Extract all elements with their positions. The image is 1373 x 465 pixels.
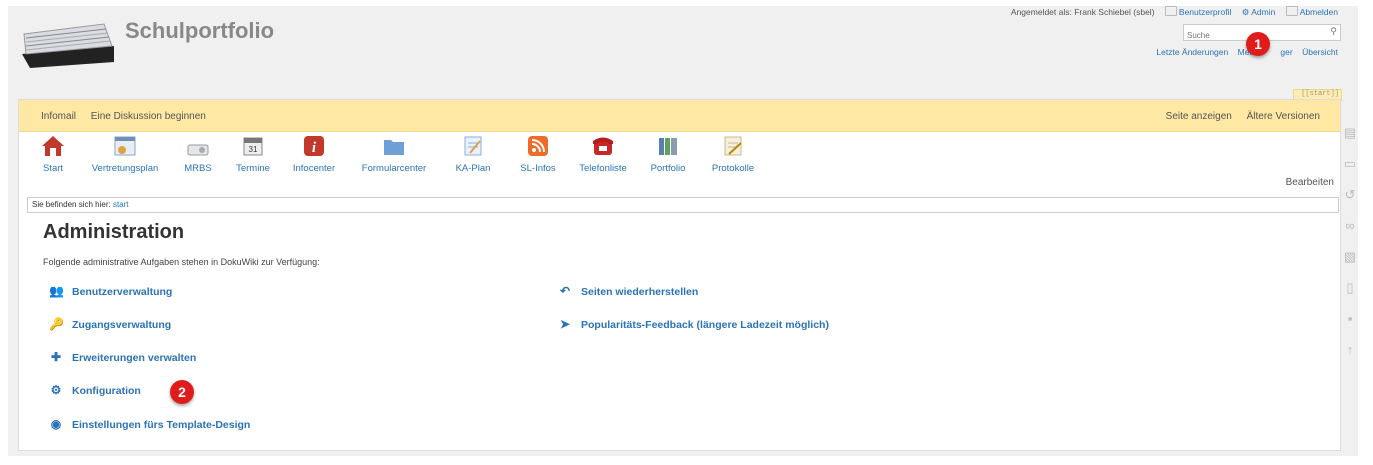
rss-icon xyxy=(528,136,548,156)
logged-in-text: Angemeldet als: Frank Schiebel (sbel) xyxy=(1010,7,1155,17)
key-icon: 🔑 xyxy=(49,317,64,331)
date-icon: 31 xyxy=(243,137,263,156)
page-tools-bar: Infomail Eine Diskussion beginnen Seite … xyxy=(19,100,1340,132)
quicklink-protokolle[interactable]: Protokolle xyxy=(708,135,758,174)
edit-icon xyxy=(724,136,742,156)
svg-text:31: 31 xyxy=(249,145,258,154)
page-tools-rail: ▤ ▭ ↺ ∞ ▧ ▯ ▪ ↑ xyxy=(1343,126,1361,374)
logout-icon xyxy=(1285,6,1298,16)
main-content: Infomail Eine Diskussion beginnen Seite … xyxy=(18,99,1341,451)
quicklink-infocenter[interactable]: i Infocenter xyxy=(289,135,339,174)
quicklink-mrbs[interactable]: MRBS xyxy=(181,135,215,174)
infomail-link[interactable]: Infomail xyxy=(41,111,76,122)
site-tools: Letzte Änderungen Medi ger Übersicht xyxy=(1149,47,1338,57)
edit-link[interactable]: Bearbeiten xyxy=(1286,177,1334,188)
revisions-icon[interactable]: ↺ xyxy=(1343,188,1357,202)
folder-icon xyxy=(384,140,404,155)
device-icon xyxy=(187,144,209,156)
profile-link[interactable]: Benutzerprofil xyxy=(1164,6,1231,17)
admin-template-settings-link[interactable]: ◉ Einstellungen fürs Template-Design xyxy=(49,417,251,431)
page-title: Administration xyxy=(43,221,185,243)
annotation-badge-1: 1 xyxy=(1246,32,1270,56)
admin-popularity-link[interactable]: ➤ Popularitäts-Feedback (längere Ladezeit… xyxy=(558,317,829,331)
back-to-top-icon[interactable]: ↑ xyxy=(1343,343,1357,357)
new-page-icon[interactable]: ▯ xyxy=(1343,281,1357,295)
home-icon xyxy=(42,136,64,156)
phone-icon xyxy=(593,137,613,155)
save-icon[interactable]: ▪ xyxy=(1343,312,1357,326)
quicklink-formularcenter[interactable]: Formularcenter xyxy=(358,135,430,174)
palette-icon: ◉ xyxy=(50,417,62,431)
breadcrumb: Sie befinden sich hier: start xyxy=(27,197,1339,213)
quicklink-ka-plan[interactable]: KA-Plan xyxy=(451,135,495,174)
notepad-icon xyxy=(464,136,482,156)
quicklink-telefonliste[interactable]: Telefonliste xyxy=(575,135,631,174)
intro-text: Folgende administrative Aufgaben stehen … xyxy=(43,257,320,267)
search-icon[interactable]: ⚲ xyxy=(1330,26,1337,37)
quicklink-termine[interactable]: 31 Termine xyxy=(233,135,273,174)
annotation-badge-2: 2 xyxy=(170,380,194,404)
admin-revert-link[interactable]: ↶ Seiten wiederherstellen xyxy=(558,284,698,298)
breadcrumb-start-link[interactable]: start xyxy=(113,200,129,209)
gear-icon: ⚙ xyxy=(1241,7,1252,17)
info-icon: i xyxy=(304,136,324,156)
quicklink-vertretungsplan[interactable]: Vertretungsplan xyxy=(88,135,162,174)
admin-config-link[interactable]: ⚙ Konfiguration xyxy=(49,383,141,397)
site-title[interactable]: Schulportfolio xyxy=(125,18,274,44)
quicklink-start[interactable]: Start xyxy=(38,135,68,174)
calendar-icon xyxy=(114,136,136,156)
old-revisions-link[interactable]: Ältere Versionen xyxy=(1247,111,1320,122)
show-page-icon[interactable]: ▤ xyxy=(1343,126,1357,140)
admin-user-manager-link[interactable]: 👥 Benutzerverwaltung xyxy=(49,284,172,298)
revert-icon: ↶ xyxy=(559,284,571,298)
gear-icon: ⚙ xyxy=(50,383,62,397)
pdf-export-icon[interactable]: ▧ xyxy=(1343,250,1357,264)
user-tools: Angemeldet als: Frank Schiebel (sbel) Be… xyxy=(1011,6,1338,18)
discussion-icon[interactable]: ▭ xyxy=(1343,157,1357,171)
show-page-link[interactable]: Seite anzeigen xyxy=(1166,111,1232,122)
admin-acl-link[interactable]: 🔑 Zugangsverwaltung xyxy=(49,317,171,331)
binders-icon xyxy=(659,138,677,155)
send-icon: ➤ xyxy=(559,317,571,331)
admin-extensions-link[interactable]: ✚ Erweiterungen verwalten xyxy=(49,350,196,364)
profile-icon xyxy=(1164,6,1177,16)
quick-links-bar: Start Vertretungsplan MRBS 31 Termine i … xyxy=(19,135,1340,183)
media-manager-link-rest[interactable]: ger xyxy=(1280,47,1292,57)
start-discussion-link[interactable]: Eine Diskussion beginnen xyxy=(91,111,206,122)
quicklink-sl-infos[interactable]: SL-Infos xyxy=(515,135,561,174)
quicklink-portfolio[interactable]: Portfolio xyxy=(647,135,689,174)
users-icon: 👥 xyxy=(49,284,64,298)
recent-changes-link[interactable]: Letzte Änderungen xyxy=(1156,47,1228,57)
logo-icon[interactable] xyxy=(20,18,116,68)
sitemap-link[interactable]: Übersicht xyxy=(1302,47,1338,57)
backlinks-icon[interactable]: ∞ xyxy=(1343,219,1357,233)
admin-link[interactable]: ⚙ Admin xyxy=(1242,7,1276,17)
puzzle-icon: ✚ xyxy=(50,350,62,364)
logout-link[interactable]: Abmelden xyxy=(1285,6,1338,17)
